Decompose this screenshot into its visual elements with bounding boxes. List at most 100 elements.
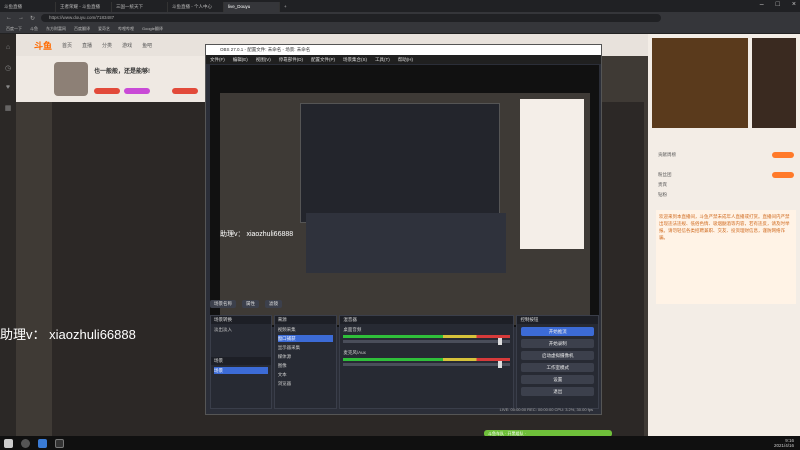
start-streaming-button[interactable]: 开始推流: [521, 327, 594, 336]
mixer-channel-label: 麦克风/Aux: [343, 350, 366, 355]
source-item[interactable]: 文本: [278, 371, 334, 378]
source-item[interactable]: 显示器采集: [278, 344, 334, 351]
scene-item[interactable]: 场景: [214, 367, 268, 374]
virtual-camera-button[interactable]: 启动虚拟摄像机: [521, 351, 594, 360]
properties-button[interactable]: 属性: [242, 300, 259, 308]
source-item[interactable]: 窗口捕获: [277, 335, 334, 342]
rank-row[interactable]: 贵宾: [658, 182, 788, 190]
rank-row[interactable]: 粉丝团: [658, 172, 788, 180]
maximize-icon[interactable]: □: [776, 1, 780, 8]
obs-icon[interactable]: [55, 438, 64, 448]
dock-header: 控制按钮: [517, 316, 598, 324]
nav-item[interactable]: 分类: [102, 42, 112, 49]
menu-item[interactable]: 工具(T): [375, 55, 390, 64]
browser-tab[interactable]: 王者荣耀 - 斗鱼直播: [56, 2, 112, 12]
menu-item[interactable]: 帮助(H): [398, 55, 413, 64]
join-button[interactable]: [772, 172, 794, 178]
stream-tag[interactable]: [94, 88, 120, 94]
dock-header: 混音器: [340, 316, 514, 324]
right-panel: 贡献周榜 粉丝团 贵宾 钻粉 欢迎来到本直播间，斗鱼严禁未成年人直播或打赏。直播…: [648, 34, 800, 436]
rank-row[interactable]: 钻粉: [658, 192, 788, 200]
nested-chat: [520, 99, 584, 249]
left-rail: ⌂ ◷ ♥ ▦: [0, 34, 16, 436]
menu-item[interactable]: 停靠部件(D): [279, 55, 303, 64]
reload-icon[interactable]: ↻: [30, 15, 35, 22]
source-item[interactable]: 视频采集: [278, 326, 334, 333]
category-icon[interactable]: ▦: [3, 104, 13, 114]
audio-meter: [343, 358, 511, 361]
sources-dock: 来源 视频采集 窗口捕获 显示器采集 媒体源 图像 文本 浏览器: [273, 315, 338, 409]
stream-tag[interactable]: [172, 88, 198, 94]
stream-title: 也一般般，还是能够!: [94, 69, 150, 75]
menu-item[interactable]: 文件(F): [210, 55, 225, 64]
studio-mode-button[interactable]: 工作室模式: [521, 363, 594, 372]
bookmark[interactable]: 爱奇艺: [98, 26, 110, 32]
bookmark[interactable]: 百度翻译: [74, 26, 90, 32]
close-icon[interactable]: ×: [792, 1, 796, 8]
source-item[interactable]: 图像: [278, 362, 334, 369]
obs-source-toolbar: 场景名称 属性 滤镜: [210, 299, 599, 309]
watermark-text: 助理v： xiaozhuli66888: [0, 327, 136, 342]
nested-mixer: [306, 213, 506, 273]
bookmark[interactable]: Google翻译: [142, 26, 163, 32]
nav-item[interactable]: 游戏: [122, 42, 132, 49]
browser-tabbar: 斗鱼直播 王者荣耀 - 斗鱼直播 三国一统天下 斗鱼直播 - 个人中心 live…: [0, 0, 800, 12]
bookmarks-bar: 百度一下 斗鱼 东方财富网 百度翻译 爱奇艺 哔哩哔哩 Google翻译: [0, 24, 800, 34]
back-icon[interactable]: ←: [6, 15, 12, 21]
taskbar: 9:16 2021/4/16: [0, 436, 800, 450]
settings-button[interactable]: 设置: [521, 375, 594, 384]
bookmark[interactable]: 哔哩哔哩: [118, 26, 134, 32]
dock-header: 场景: [211, 357, 271, 365]
controls-dock: 控制按钮 开始推流 开始录制 启动虚拟摄像机 工作室模式 设置 退出: [516, 315, 599, 409]
bookmark[interactable]: 斗鱼: [30, 26, 38, 32]
preview-watermark: 助理v： xiaozhuli66888: [220, 231, 294, 238]
nav-item[interactable]: 直播: [82, 42, 92, 49]
browser-tab[interactable]: 三国一统天下: [112, 2, 168, 12]
url-input[interactable]: https://www.douyu.com/7183487: [41, 14, 662, 22]
browser-tab[interactable]: 斗鱼直播: [0, 2, 56, 12]
address-bar-row: ← → ↻ https://www.douyu.com/7183487: [0, 12, 800, 24]
streamer-avatar[interactable]: [54, 62, 88, 96]
obs-preview[interactable]: 助理v： xiaozhuli66888: [210, 65, 599, 327]
nav-item[interactable]: 首页: [62, 42, 72, 49]
volume-slider[interactable]: [343, 338, 511, 345]
rank-row[interactable]: 贡献周榜: [658, 152, 788, 160]
search-icon[interactable]: [21, 438, 30, 448]
browser-icon[interactable]: [38, 438, 47, 448]
bookmark[interactable]: 东方财富网: [46, 26, 66, 32]
scene-name-label: 场景名称: [210, 300, 236, 308]
browser-tab-active[interactable]: live_Douyu: [224, 2, 280, 12]
nested-capture: [300, 103, 500, 223]
bookmark[interactable]: 百度一下: [6, 26, 22, 32]
new-tab-icon[interactable]: +: [280, 2, 292, 12]
follow-icon[interactable]: ♥: [3, 84, 13, 94]
start-recording-button[interactable]: 开始录制: [521, 339, 594, 348]
start-icon[interactable]: [4, 438, 13, 448]
menu-item[interactable]: 场景集合(S): [343, 55, 367, 64]
ad-tile[interactable]: [752, 38, 796, 128]
filters-button[interactable]: 滤镜: [265, 300, 282, 308]
exit-button[interactable]: 退出: [521, 387, 594, 396]
menu-item[interactable]: 配置文件(P): [311, 55, 335, 64]
menu-item[interactable]: 编辑(E): [233, 55, 248, 64]
home-icon[interactable]: ⌂: [3, 44, 13, 54]
obs-titlebar: OBS 27.0.1 - 配置文件: 未命名 - 场景: 未命名: [206, 45, 601, 55]
window-controls: – □ ×: [760, 1, 796, 8]
obs-statusbar: LIVE: 00:00:00 REC: 00:00:00 CPU: 3.2%, …: [499, 407, 593, 412]
volume-slider[interactable]: [343, 361, 511, 368]
source-item[interactable]: 浏览器: [278, 380, 334, 387]
history-icon[interactable]: ◷: [3, 64, 13, 74]
browser-tab[interactable]: 斗鱼直播 - 个人中心: [168, 2, 224, 12]
menu-item[interactable]: 视图(V): [256, 55, 271, 64]
obs-docks: 场景转换 淡出淡入 场景 场景 来源 视频采集 窗口捕获 显示器采集 媒体源 图…: [210, 315, 599, 409]
obs-window: OBS 27.0.1 - 配置文件: 未命名 - 场景: 未命名 文件(F) 编…: [205, 44, 602, 415]
stream-tag[interactable]: [124, 88, 150, 94]
follow-button[interactable]: [772, 152, 794, 158]
nav-item[interactable]: 鱼吧: [142, 42, 152, 49]
minimize-icon[interactable]: –: [760, 1, 764, 8]
forward-icon[interactable]: →: [18, 15, 24, 21]
source-item[interactable]: 媒体源: [278, 353, 334, 360]
game-thumbnail[interactable]: [652, 38, 748, 128]
site-logo[interactable]: 斗鱼: [34, 39, 52, 52]
transition-item[interactable]: 淡出淡入: [214, 326, 268, 333]
